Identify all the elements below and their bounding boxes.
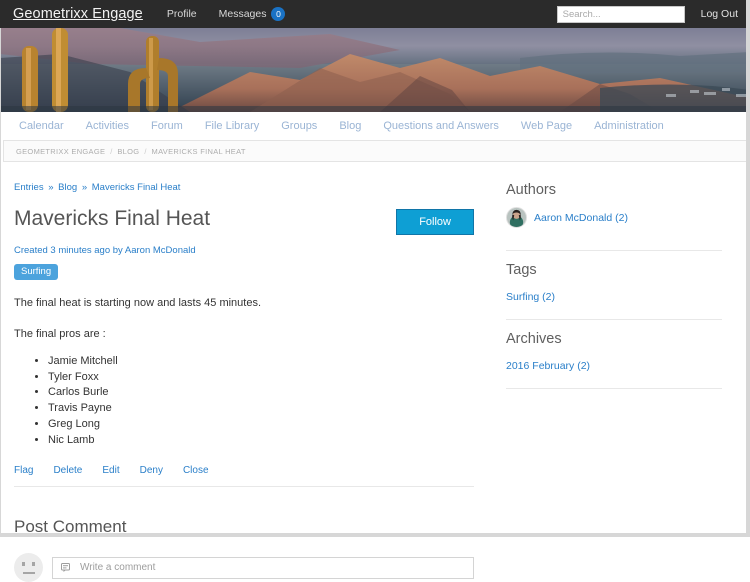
delete-button[interactable]: Delete: [53, 465, 82, 476]
entry-tag-badge[interactable]: Surfing: [14, 264, 59, 280]
follow-button[interactable]: Follow: [396, 209, 474, 235]
breadcrumb-item-current: MAVERICKS FINAL HEAT: [151, 146, 246, 156]
comment-input-wrapper[interactable]: [52, 556, 474, 579]
sidebar-archive-link[interactable]: 2016 February (2): [506, 360, 590, 372]
sidebar-section-archives: Archives 2016 February (2): [506, 319, 722, 388]
sidebar-section-tags: Tags Surfing (2): [506, 250, 722, 319]
author-portrait-icon: [507, 208, 526, 227]
logout-button[interactable]: Log Out: [701, 8, 738, 20]
sidebar-divider: [506, 388, 722, 389]
entry-trail-separator: »: [81, 182, 88, 193]
sidebar: Authors Aaron McDonald (2) Tags Surfing …: [492, 182, 722, 582]
sidebar-author-link[interactable]: Aaron McDonald (2): [534, 212, 628, 224]
list-item[interactable]: Aaron McDonald (2): [506, 207, 722, 240]
avatar-eye-right-icon: [32, 562, 35, 567]
top-nav-profile-label: Profile: [166, 8, 197, 20]
deny-button[interactable]: Deny: [140, 465, 163, 476]
sidebar-tag-link[interactable]: Surfing (2): [506, 291, 555, 303]
comment-composer: [14, 553, 474, 582]
main-content: Entries » Blog » Mavericks Final Heat Ma…: [14, 182, 492, 582]
site-brand[interactable]: Geometrixx Engage: [13, 6, 143, 22]
entry-paragraph-2: The final pros are :: [14, 328, 106, 341]
main-nav-item-blog[interactable]: Blog: [328, 120, 372, 132]
breadcrumb: GEOMETRIXX ENGAGE / BLOG / MAVERICKS FIN…: [3, 140, 747, 162]
entry-meta: Created 3 minutes ago by Aaron McDonald: [14, 245, 196, 256]
top-bar-right: Log Out: [556, 5, 738, 23]
sidebar-heading-authors: Authors: [506, 182, 556, 198]
entry-trail: Entries » Blog » Mavericks Final Heat: [14, 182, 474, 193]
close-button[interactable]: Close: [183, 465, 209, 476]
list-item: Jamie Mitchell: [48, 355, 474, 369]
main-nav-item-file-library[interactable]: File Library: [194, 120, 270, 132]
list-item: Travis Payne: [48, 402, 474, 416]
top-bar: Geometrixx Engage Profile Messages 0 Log…: [0, 0, 750, 28]
top-nav-item-messages[interactable]: Messages 0: [219, 7, 286, 21]
entry-trail-entries[interactable]: Entries: [14, 182, 44, 193]
entry-paragraph-1: The final heat is starting now and lasts…: [14, 297, 262, 309]
main-nav: Calendar Activities Forum File Library G…: [0, 112, 750, 140]
edit-button[interactable]: Edit: [102, 465, 119, 476]
comment-bubble-icon: [61, 562, 72, 573]
main-nav-item-forum[interactable]: Forum: [140, 120, 194, 132]
comment-input[interactable]: [78, 561, 465, 575]
main-nav-item-activities[interactable]: Activities: [75, 120, 140, 132]
avatar-eye-left-icon: [22, 562, 25, 567]
pros-list: Jamie Mitchell Tyler Foxx Carlos Burle T…: [14, 355, 474, 448]
list-item: Nic Lamb: [48, 434, 474, 448]
main-nav-item-questions-and-answers[interactable]: Questions and Answers: [372, 120, 510, 132]
page-body: Entries » Blog » Mavericks Final Heat Ma…: [0, 162, 750, 582]
breadcrumb-separator: /: [144, 146, 147, 156]
breadcrumb-item-blog[interactable]: BLOG: [117, 147, 139, 156]
author-avatar: [506, 207, 527, 228]
entry-trail-separator: »: [48, 182, 54, 193]
messages-count-badge: 0: [271, 7, 286, 21]
top-nav: Profile Messages 0: [167, 7, 286, 21]
window-frame-bottom: [0, 533, 750, 537]
flag-button[interactable]: Flag: [14, 465, 33, 476]
top-nav-messages-label: Messages: [218, 8, 267, 20]
main-nav-item-administration[interactable]: Administration: [583, 120, 675, 132]
list-item: Carlos Burle: [48, 386, 474, 400]
sidebar-heading-tags: Tags: [506, 262, 537, 278]
window-frame-left: [0, 28, 1, 537]
search-input[interactable]: [556, 5, 685, 23]
entry-trail-current[interactable]: Mavericks Final Heat: [92, 182, 181, 193]
main-nav-item-groups[interactable]: Groups: [270, 120, 328, 132]
list-item: Tyler Foxx: [48, 371, 474, 385]
page-title: Mavericks Final Heat: [14, 207, 211, 230]
desert-mountain-illustration: [0, 28, 750, 112]
main-nav-item-calendar[interactable]: Calendar: [8, 120, 75, 132]
avatar-mouth-icon: [22, 572, 35, 575]
sidebar-section-authors: Authors Aaron McDonald (2): [506, 182, 722, 250]
hero-banner-image: [0, 28, 750, 112]
entry-header: Mavericks Final Heat Follow: [14, 207, 474, 235]
list-item: Greg Long: [48, 418, 474, 432]
sidebar-heading-archives: Archives: [506, 331, 562, 347]
main-nav-item-web-page[interactable]: Web Page: [510, 120, 583, 132]
entry-actions: Flag Delete Edit Deny Close: [14, 465, 474, 488]
breadcrumb-item-site[interactable]: GEOMETRIXX ENGAGE: [16, 147, 105, 156]
window-frame-right: [746, 0, 750, 537]
top-nav-item-profile[interactable]: Profile: [167, 8, 197, 20]
breadcrumb-separator: /: [110, 146, 113, 156]
entry-body: The final heat is starting now and lasts…: [14, 296, 474, 447]
entry-trail-blog[interactable]: Blog: [58, 182, 77, 193]
avatar: [14, 553, 43, 582]
